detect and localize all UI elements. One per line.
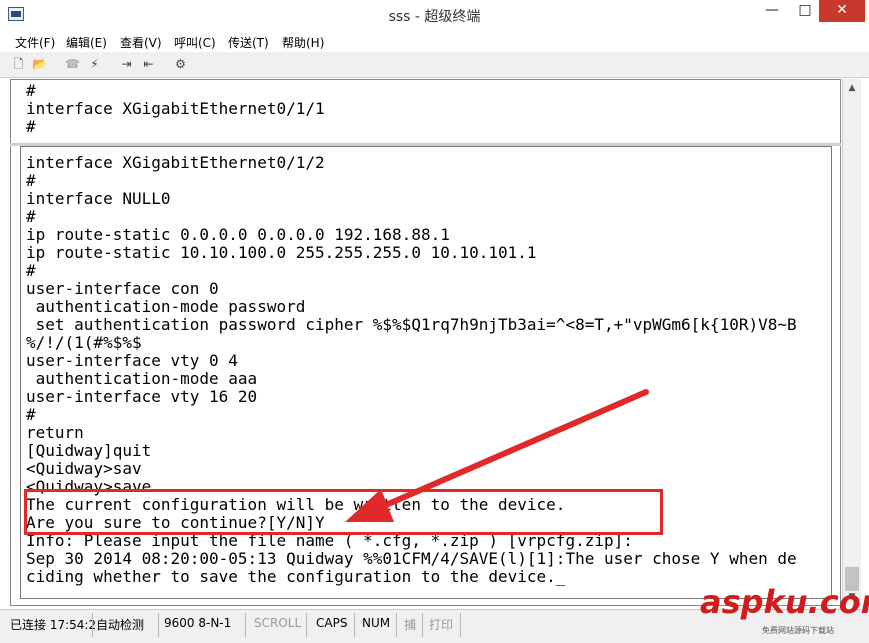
scroll-up-icon[interactable]: ▲ <box>843 79 861 97</box>
vertical-scrollbar[interactable]: ▲ ▼ <box>842 79 861 606</box>
status-auto-detect: 自动检测 <box>96 618 145 632</box>
status-print: 打印 <box>429 618 454 632</box>
status-num: NUM <box>362 616 391 630</box>
status-port-settings: 9600 8-N-1 <box>164 616 232 630</box>
status-capture: 捕 <box>404 618 417 632</box>
status-scroll: SCROLL <box>254 616 302 630</box>
watermark-subtitle: 免费网站源码下载站 <box>762 626 834 635</box>
watermark-logo: aspku.com <box>700 583 869 621</box>
status-caps: CAPS <box>316 616 348 630</box>
status-connection: 已连接 17:54:2 <box>10 618 97 632</box>
annotation-arrow <box>345 389 649 522</box>
